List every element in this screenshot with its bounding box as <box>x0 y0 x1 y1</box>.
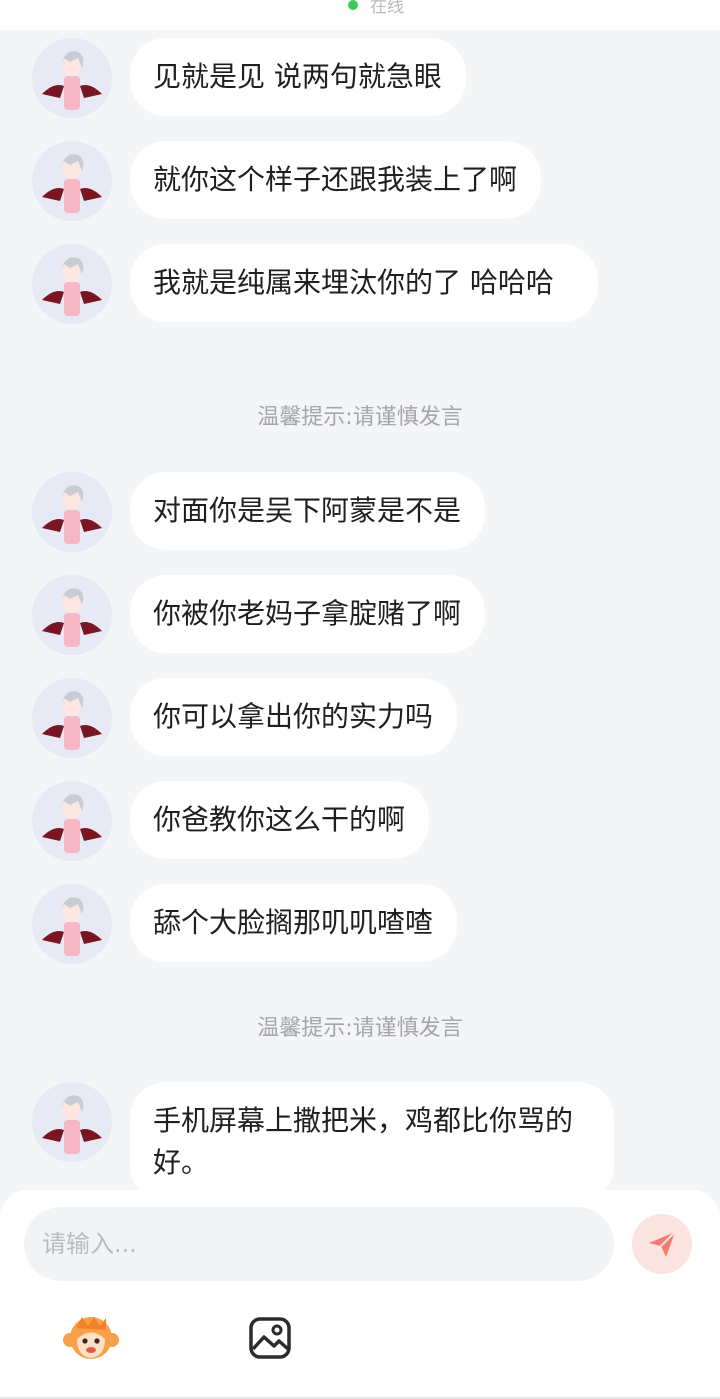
message-bubble[interactable]: 你可以拿出你的实力吗 <box>130 678 458 756</box>
image-button[interactable] <box>248 1316 292 1360</box>
message-bubble[interactable]: 见就是见 说两句就急眼 <box>130 38 466 116</box>
message-bubble[interactable]: 我就是纯属来埋汰你的了 哈哈哈 <box>130 244 598 322</box>
warning-tip: 温馨提示:请谨慎发言 <box>257 1016 463 1041</box>
avatar-image-icon <box>32 141 112 221</box>
avatar[interactable] <box>32 678 112 758</box>
avatar[interactable] <box>32 575 112 655</box>
avatar-image-icon <box>32 781 112 861</box>
message-input[interactable]: 请输入... <box>24 1207 614 1281</box>
emoji-monkey-icon <box>63 1317 119 1359</box>
avatar[interactable] <box>32 38 112 118</box>
send-icon <box>649 1231 676 1257</box>
message-bubble[interactable]: 你爸教你这么干的啊 <box>130 781 430 859</box>
avatar[interactable] <box>32 472 112 552</box>
emoji-button[interactable] <box>62 1314 120 1362</box>
online-status-text: 在线 <box>370 0 404 17</box>
status-bar: 在线 <box>0 0 720 30</box>
avatar[interactable] <box>32 781 112 861</box>
send-button[interactable] <box>632 1214 692 1274</box>
composer-panel: 请输入... <box>0 1190 720 1399</box>
message-bubble[interactable]: 舔个大脸搁那叽叽喳喳 <box>130 884 458 962</box>
avatar-image-icon <box>32 884 112 964</box>
warning-tip: 温馨提示:请谨慎发言 <box>257 405 463 430</box>
avatar-image-icon <box>32 472 112 552</box>
message-bubble[interactable]: 你被你老妈子拿腚赌了啊 <box>130 575 486 653</box>
message-bubble[interactable]: 对面你是吴下阿蒙是不是 <box>130 472 486 550</box>
avatar[interactable] <box>32 1082 112 1162</box>
message-bubble[interactable]: 手机屏幕上撒把米，鸡都比你骂的好。 <box>130 1082 614 1190</box>
avatar[interactable] <box>32 141 112 221</box>
avatar-image-icon <box>32 678 112 758</box>
avatar[interactable] <box>32 244 112 324</box>
image-icon <box>249 1317 291 1359</box>
chat-message-list[interactable]: 见就是见 说两句就急眼 就你这个样子还跟我装上了啊 我就是纯属来埋汰你的了 哈哈… <box>0 30 720 1190</box>
avatar-image-icon <box>32 1082 112 1162</box>
avatar-image-icon <box>32 38 112 118</box>
avatar-image-icon <box>32 244 112 324</box>
message-bubble[interactable]: 就你这个样子还跟我装上了啊 <box>130 141 542 219</box>
online-status: 在线 <box>348 0 404 17</box>
avatar[interactable] <box>32 884 112 964</box>
avatar-image-icon <box>32 575 112 655</box>
online-dot-icon <box>348 0 358 10</box>
